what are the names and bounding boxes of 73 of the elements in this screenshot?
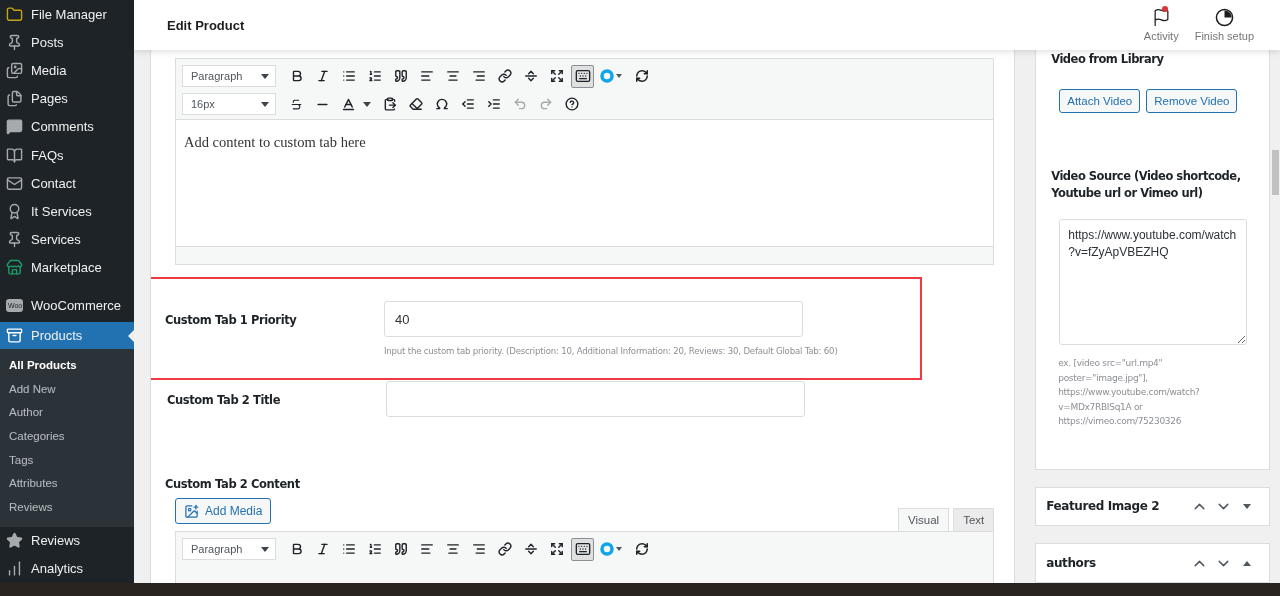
format-select[interactable]: Paragraph bbox=[182, 538, 276, 560]
page-title: Edit Product bbox=[167, 17, 246, 33]
panel-title: Video Source (Video shortcode, Youtube url or Vimeo url) bbox=[1051, 168, 1242, 202]
field-label: Custom Tab 2 Title bbox=[167, 392, 282, 407]
toolbar-toggle-icon[interactable] bbox=[571, 537, 594, 561]
sidebar-label: Marketplace bbox=[31, 260, 102, 276]
sidebar-label: Contact bbox=[31, 175, 76, 191]
pin-icon bbox=[6, 231, 23, 249]
sidebar-item[interactable]: Reviews bbox=[0, 526, 134, 555]
submenu-item[interactable]: Add New bbox=[0, 377, 134, 402]
field-hint: ex. [video src="url.mp4" poster="image.jpg"], https://www.youtube.com/watch?v=MDx7RBISq1A or https://vimeo.com/75230326 bbox=[1058, 357, 1201, 428]
files-icon bbox=[6, 90, 23, 108]
video-button[interactable]: Attach Video bbox=[1059, 89, 1141, 113]
sidebar-item[interactable]: Pages bbox=[0, 84, 134, 113]
sidebar-label: FAQs bbox=[31, 147, 64, 163]
sidebar-item[interactable]: Products bbox=[0, 322, 134, 349]
folder-icon bbox=[6, 5, 23, 23]
sidebar-label: File Manager bbox=[31, 6, 107, 22]
field-label: Custom Tab 1 Priority bbox=[165, 312, 298, 327]
submenu-item[interactable]: Attributes bbox=[0, 472, 134, 496]
submenu-item[interactable]: Author bbox=[0, 401, 134, 425]
format-select[interactable]: Paragraph bbox=[182, 65, 276, 87]
section-label: Custom Tab 2 Content bbox=[165, 477, 301, 491]
sidebar-label: Analytics bbox=[31, 561, 84, 577]
sidebar-item[interactable]: Analytics bbox=[0, 554, 134, 583]
media-icon bbox=[184, 503, 199, 519]
panel-title: Video from Library bbox=[1051, 51, 1165, 68]
submenu-item[interactable]: Reviews bbox=[0, 496, 134, 520]
header-action[interactable]: Finish setup bbox=[1186, 8, 1262, 42]
sidebar-label: Services bbox=[31, 232, 81, 248]
sidebar-label: Comments bbox=[31, 119, 94, 135]
panel-title: Featured Image 2 bbox=[1046, 499, 1161, 514]
sidebar-item[interactable]: FAQs bbox=[0, 141, 134, 170]
sidebar-label: Media bbox=[31, 63, 67, 78]
sidebar-item[interactable]: Posts bbox=[0, 28, 134, 57]
sidebar-label: Pages bbox=[31, 91, 68, 107]
editor-content[interactable]: Add content to custom tab here bbox=[176, 120, 994, 246]
sidebar-label: WooCommerce bbox=[31, 297, 122, 313]
chart-no-axes-column-increasing-icon bbox=[6, 560, 23, 578]
sidebar-label: It Services bbox=[31, 204, 92, 219]
images-icon bbox=[6, 62, 23, 79]
sidebar-item[interactable]: Comments bbox=[0, 112, 134, 141]
editor-tab[interactable]: Text bbox=[953, 508, 995, 531]
store-icon bbox=[6, 259, 23, 277]
sidebar-item[interactable]: Marketplace bbox=[0, 253, 134, 283]
toolbar-toggle-icon[interactable] bbox=[571, 64, 594, 88]
submenu-item[interactable]: Tags bbox=[0, 448, 134, 473]
mail-icon bbox=[6, 174, 23, 192]
submenu-item[interactable]: Categories bbox=[0, 424, 134, 449]
progress-circle-icon bbox=[1214, 8, 1234, 27]
video-button[interactable]: Remove Video bbox=[1146, 89, 1238, 113]
sidebar-label: Posts bbox=[31, 34, 64, 50]
sidebar-label: Products bbox=[31, 328, 83, 344]
sidebar-item[interactable]: Services bbox=[0, 225, 134, 254]
editor-tab[interactable]: Visual bbox=[898, 508, 950, 531]
pin-icon bbox=[6, 33, 23, 51]
sidebar-label: Reviews bbox=[31, 533, 81, 549]
book-open-icon bbox=[6, 146, 23, 164]
submenu-item[interactable]: All Products bbox=[0, 353, 134, 378]
video-source-field[interactable]: https://www.youtube.com/watch?v=fZyApVBEZHQ bbox=[1059, 219, 1248, 345]
star-icon bbox=[6, 532, 23, 550]
field-hint: Input the custom tab priority. (Description: 10, Additional Information: 20, Reviews: 30, Default Global Tab: 60) bbox=[384, 346, 838, 356]
archive-icon bbox=[6, 327, 23, 345]
panel-title: authors bbox=[1046, 556, 1097, 571]
sidebar-item[interactable]: Media bbox=[0, 56, 134, 85]
header-action[interactable]: Activity bbox=[1135, 8, 1187, 42]
sidebar-item[interactable]: It Services bbox=[0, 197, 134, 226]
add-media-button[interactable]: Add Media bbox=[175, 498, 272, 524]
sidebar-item[interactable]: Contact bbox=[0, 169, 134, 198]
sidebar-item[interactable]: File Manager bbox=[0, 0, 134, 29]
text-input[interactable]: 40 bbox=[384, 301, 803, 337]
font-size-select[interactable]: 16px bbox=[182, 93, 276, 115]
scrollbar-thumb[interactable] bbox=[1272, 150, 1279, 195]
